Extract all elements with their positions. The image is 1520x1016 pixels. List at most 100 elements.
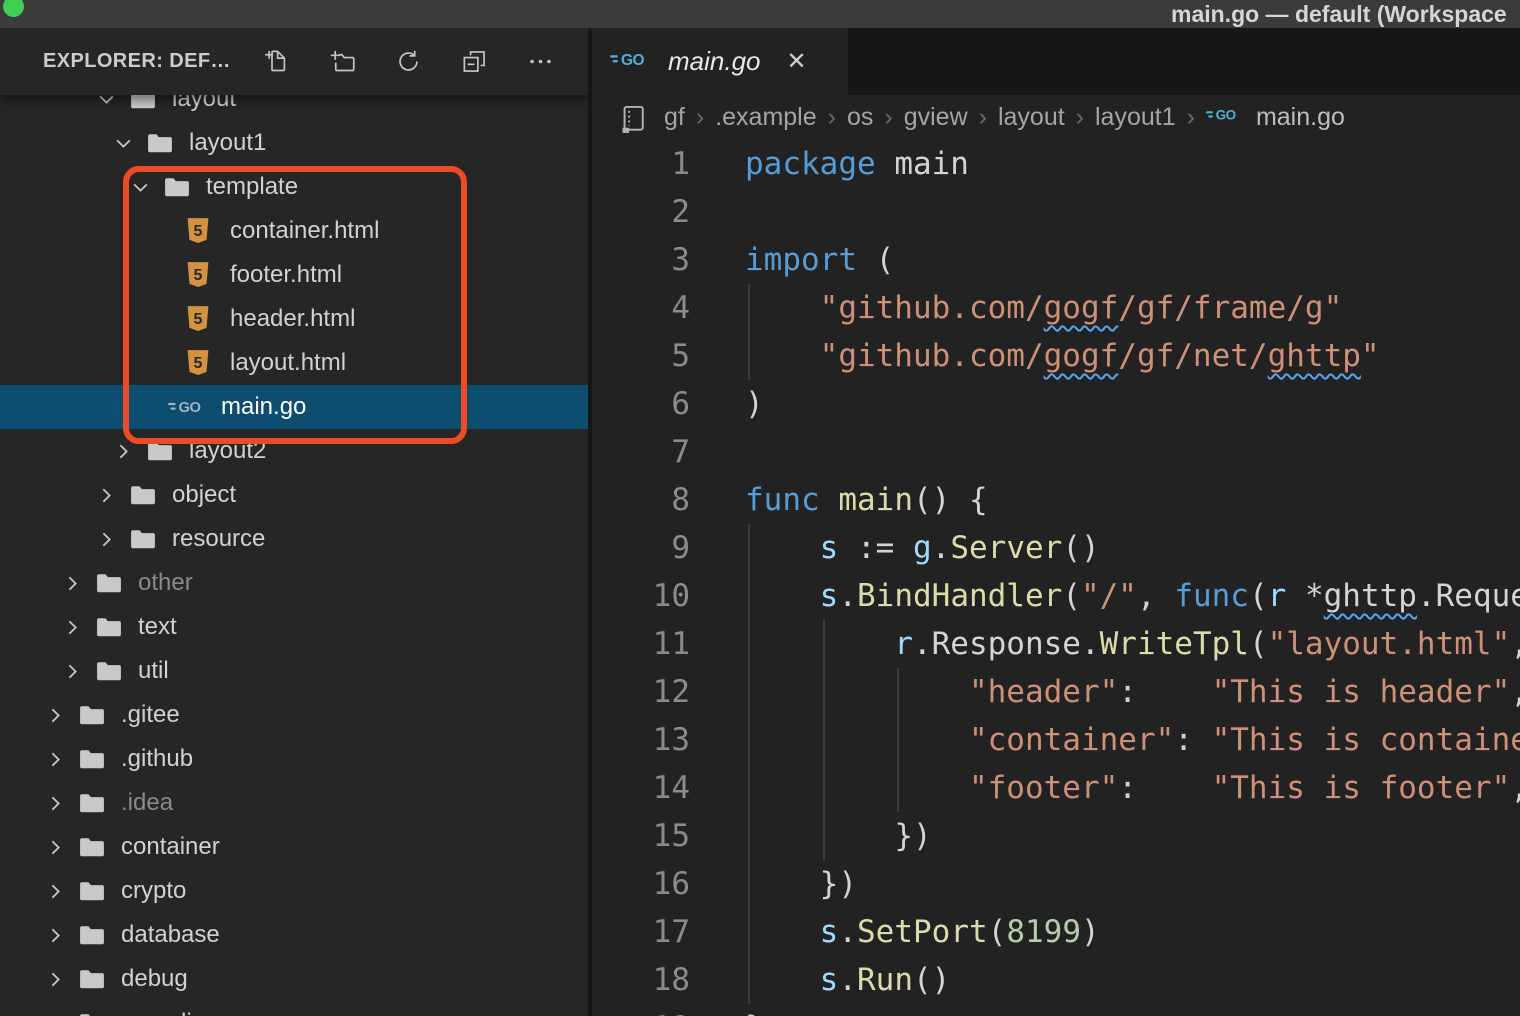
chevron-right-icon[interactable]	[45, 879, 79, 903]
tree-item-.gitee[interactable]: .gitee	[0, 693, 588, 737]
tree-item-database[interactable]: database	[0, 913, 588, 957]
tree-item-.github[interactable]: .github	[0, 737, 588, 781]
line-number: 13	[592, 716, 690, 764]
svg-text:GO: GO	[179, 401, 201, 417]
tree-item-layout2[interactable]: layout2	[0, 429, 588, 473]
breadcrumb-separator: ›	[828, 103, 836, 132]
file-tree: layoutlayout1template5container.html5foo…	[0, 77, 588, 1016]
breadcrumb-item-.example[interactable]: .example	[715, 103, 816, 132]
line-number: 17	[592, 908, 690, 956]
html5-file-icon: 5	[186, 350, 210, 377]
tree-item-layout.html[interactable]: 5 layout.html	[0, 341, 588, 385]
folder-icon	[96, 617, 122, 638]
tree-item-header.html[interactable]: 5header.html	[0, 297, 588, 341]
chevron-down-icon[interactable]	[130, 175, 164, 199]
tree-item-main.go[interactable]: GOmain.go	[0, 385, 588, 429]
traffic-light-green-button[interactable]	[3, 0, 24, 17]
folder-icon	[79, 793, 105, 814]
tree-item-debug[interactable]: debug	[0, 957, 588, 1001]
tree-item-label: layout2	[189, 437, 266, 465]
explorer-actions	[261, 46, 557, 78]
tree-item-label: crypto	[121, 877, 186, 905]
code-text: package main	[745, 140, 969, 188]
code-text: "header": "This is header",	[745, 668, 1520, 716]
chevron-right-icon[interactable]	[62, 571, 96, 595]
chevron-right-icon[interactable]	[45, 791, 79, 815]
html5-file-icon: 5	[186, 218, 210, 245]
tab-close-icon[interactable]: ✕	[787, 47, 807, 76]
tree-item-label: container	[121, 833, 220, 861]
code-line: 12 "header": "This is header",	[592, 668, 1520, 716]
code-line: 2	[592, 188, 1520, 236]
new-folder-button[interactable]	[327, 46, 359, 78]
tree-item-label: .idea	[121, 789, 173, 817]
code-text: }	[745, 1004, 764, 1016]
line-number: 19	[592, 1004, 690, 1016]
tree-item-label: layout.html	[230, 349, 346, 377]
ellipsis-icon	[527, 48, 554, 75]
tree-item-label: encoding	[121, 1009, 218, 1016]
tree-item-resource[interactable]: resource	[0, 517, 588, 561]
chevron-right-icon[interactable]	[45, 1011, 79, 1016]
breadcrumb-item-layout[interactable]: layout	[998, 103, 1065, 132]
code-text: })	[745, 812, 932, 860]
tree-item-crypto[interactable]: crypto	[0, 869, 588, 913]
more-actions-button[interactable]	[525, 46, 557, 78]
tree-item-text[interactable]: text	[0, 605, 588, 649]
chevron-right-icon[interactable]	[62, 659, 96, 683]
tree-item-util[interactable]: util	[0, 649, 588, 693]
html5-file-icon: 5	[186, 306, 210, 333]
code-text: s.BindHandler("/", func(r *ghttp.Request…	[745, 572, 1520, 620]
tree-item-other[interactable]: other	[0, 561, 588, 605]
breadcrumb-separator: ›	[1187, 103, 1195, 132]
chevron-right-icon[interactable]	[45, 703, 79, 727]
tree-item-footer.html[interactable]: 5footer.html	[0, 253, 588, 297]
breadcrumb-item-os[interactable]: os	[847, 103, 873, 132]
breadcrumb-item-layout1[interactable]: layout1	[1095, 103, 1176, 132]
tree-item-label: object	[172, 481, 236, 509]
svg-text:5: 5	[194, 355, 203, 372]
tree-item-label: text	[138, 613, 177, 641]
breadcrumb-items: gf›.example›os›gview›layout›layout1›GOma…	[664, 103, 1345, 132]
chevron-right-icon[interactable]	[45, 967, 79, 991]
code-line: 15 })	[592, 812, 1520, 860]
code-area[interactable]: 1package main23import (4 "github.com/gog…	[592, 140, 1520, 1016]
tree-item-object[interactable]: object	[0, 473, 588, 517]
tree-item-template[interactable]: template	[0, 165, 588, 209]
folder-icon	[96, 661, 122, 682]
breadcrumb-item-gf[interactable]: gf	[664, 103, 685, 132]
chevron-right-icon[interactable]	[113, 439, 147, 463]
tree-item-.idea[interactable]: .idea	[0, 781, 588, 825]
refresh-explorer-button[interactable]	[393, 46, 425, 78]
collapse-all-icon	[461, 48, 488, 75]
tree-item-container[interactable]: container	[0, 825, 588, 869]
code-line: 9 s := g.Server()	[592, 524, 1520, 572]
breadcrumb-separator: ›	[884, 103, 892, 132]
breadcrumb-item-main.go[interactable]: main.go	[1256, 103, 1345, 132]
tree-item-label: .gitee	[121, 701, 180, 729]
chevron-right-icon[interactable]	[96, 527, 130, 551]
tree-item-layout1[interactable]: layout1	[0, 121, 588, 165]
new-file-button[interactable]	[261, 46, 293, 78]
tab-main-go[interactable]: GO main.go ✕	[592, 28, 848, 95]
line-number: 14	[592, 764, 690, 812]
html5-file-icon: 5	[186, 262, 210, 289]
tree-item-label: resource	[172, 525, 265, 553]
breadcrumb-item-gview[interactable]: gview	[904, 103, 968, 132]
breadcrumb-separator: ›	[1076, 103, 1084, 132]
chevron-down-icon[interactable]	[113, 131, 147, 155]
go-file-icon: GO	[1206, 105, 1246, 129]
chevron-right-icon[interactable]	[45, 923, 79, 947]
refresh-icon	[395, 48, 422, 75]
tree-item-container.html[interactable]: 5container.html	[0, 209, 588, 253]
tree-item-encoding[interactable]: encoding	[0, 1001, 588, 1016]
code-text: "container": "This is container",	[745, 716, 1520, 764]
chevron-right-icon[interactable]	[96, 483, 130, 507]
collapse-folders-button[interactable]	[459, 46, 491, 78]
chevron-right-icon[interactable]	[45, 835, 79, 859]
tree-item-label: database	[121, 921, 220, 949]
breadcrumb-separator: ›	[979, 103, 987, 132]
tree-item-label: template	[206, 173, 298, 201]
chevron-right-icon[interactable]	[45, 747, 79, 771]
chevron-right-icon[interactable]	[62, 615, 96, 639]
